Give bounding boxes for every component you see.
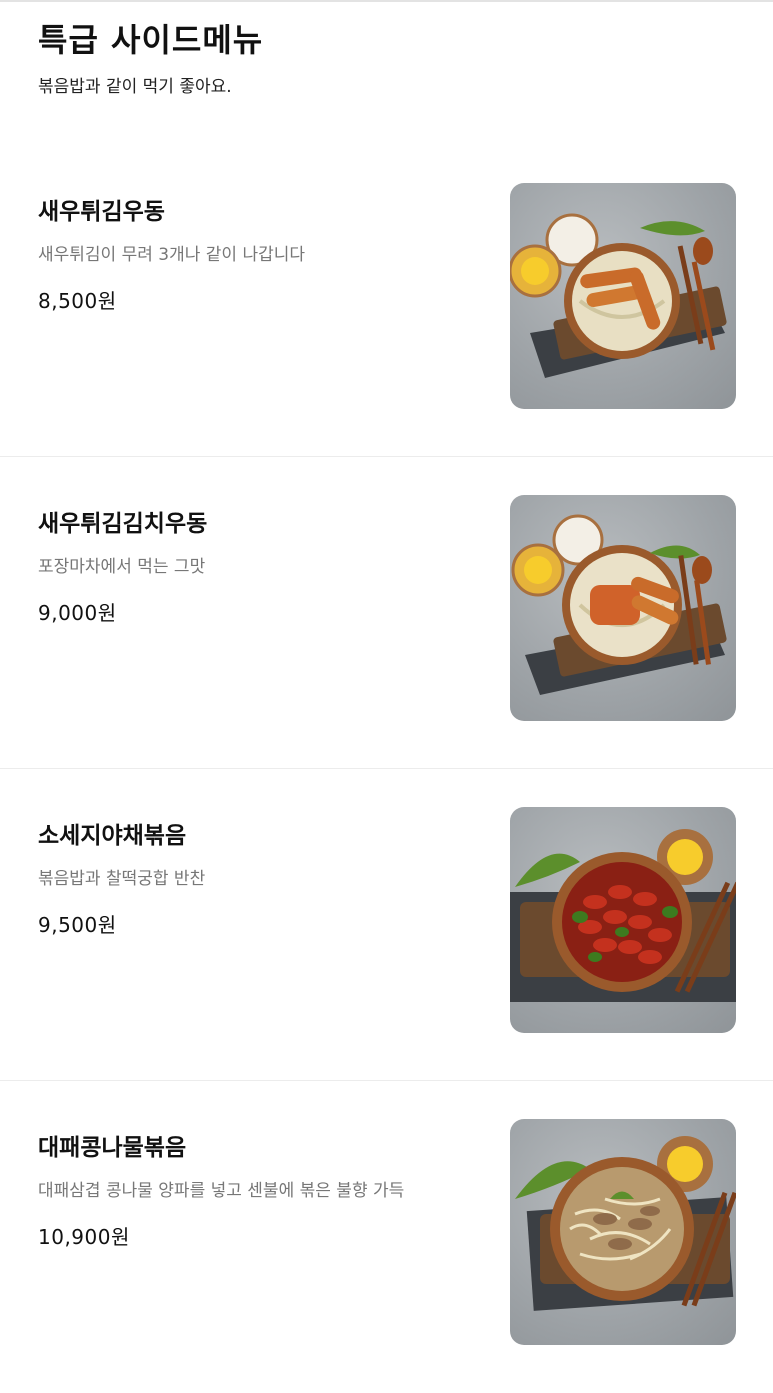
- menu-item-name: 새우튀김우동: [38, 199, 165, 225]
- menu-item-text: 대패콩나물볶음 대패삼겹 콩나물 양파를 넣고 센불에 볶은 불향 가득 10,…: [38, 1131, 478, 1250]
- menu-item-price: 8,500원: [38, 289, 117, 313]
- shrimp-tempura-kimchi-udon-photo[interactable]: [510, 495, 736, 721]
- pork-beansprout-stirfry-photo[interactable]: [510, 1119, 736, 1345]
- section-subtitle: 볶음밥과 같이 먹기 좋아요.: [38, 77, 232, 97]
- menu-item-name: 새우튀김김치우동: [38, 511, 208, 537]
- menu-item-name: 소세지야채볶음: [38, 823, 187, 849]
- menu-item-description: 볶음밥과 찰떡궁합 반찬: [38, 869, 206, 889]
- menu-item-text: 소세지야채볶음 볶음밥과 찰떡궁합 반찬 9,500원: [38, 819, 478, 938]
- menu-item[interactable]: 대패콩나물볶음 대패삼겹 콩나물 양파를 넣고 센불에 볶은 불향 가득 10,…: [0, 1081, 773, 1393]
- section-title: 특급 사이드메뉴: [38, 21, 264, 59]
- menu-item-price: 9,500원: [38, 913, 117, 937]
- menu-item[interactable]: 새우튀김우동 새우튀김이 무려 3개나 같이 나갑니다 8,500원: [0, 145, 773, 457]
- shrimp-tempura-udon-photo[interactable]: [510, 183, 736, 409]
- top-divider: [0, 0, 773, 2]
- menu-item-name: 대패콩나물볶음: [38, 1135, 187, 1161]
- menu-item-description: 대패삼겹 콩나물 양파를 넣고 센불에 볶은 불향 가득: [38, 1181, 405, 1201]
- menu-item[interactable]: 새우튀김김치우동 포장마차에서 먹는 그맛 9,000원: [0, 457, 773, 769]
- menu-item[interactable]: 소세지야채볶음 볶음밥과 찰떡궁합 반찬 9,500원: [0, 769, 773, 1081]
- sausage-vegetable-stirfry-photo[interactable]: [510, 807, 736, 1033]
- menu-item-description: 새우튀김이 무려 3개나 같이 나갑니다: [38, 245, 306, 265]
- menu-item-text: 새우튀김우동 새우튀김이 무려 3개나 같이 나갑니다 8,500원: [38, 195, 478, 314]
- menu-list: 새우튀김우동 새우튀김이 무려 3개나 같이 나갑니다 8,500원 새우튀김김…: [0, 145, 773, 1393]
- menu-item-description: 포장마차에서 먹는 그맛: [38, 557, 206, 577]
- menu-item-price: 10,900원: [38, 1225, 130, 1249]
- menu-item-text: 새우튀김김치우동 포장마차에서 먹는 그맛 9,000원: [38, 507, 478, 626]
- menu-item-price: 9,000원: [38, 601, 117, 625]
- section-header: 특급 사이드메뉴 볶음밥과 같이 먹기 좋아요.: [38, 18, 738, 97]
